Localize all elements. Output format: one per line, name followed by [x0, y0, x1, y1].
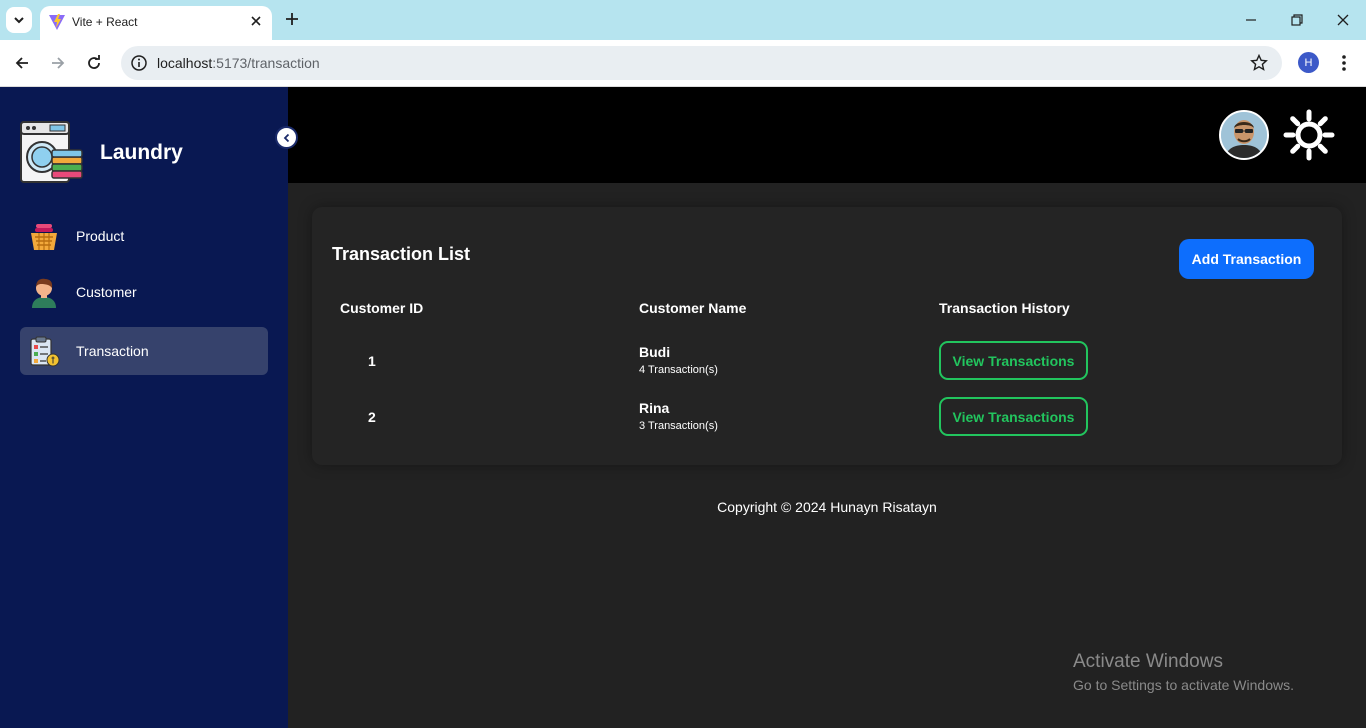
close-icon — [1337, 14, 1349, 26]
minimize-button[interactable] — [1237, 7, 1265, 33]
top-bar — [288, 87, 1366, 183]
reload-button[interactable] — [82, 51, 106, 75]
basket-icon — [31, 224, 57, 250]
sidebar: Laundry Product Customer Transaction — [0, 87, 288, 728]
more-vertical-icon — [1342, 55, 1346, 71]
transaction-list-card: Transaction List Add Transaction Custome… — [312, 207, 1342, 465]
new-tab-button[interactable] — [280, 7, 304, 31]
sidebar-item-label: Transaction — [76, 343, 149, 359]
sun-theme-toggle-icon[interactable] — [1283, 109, 1335, 161]
customer-id-cell: 2 — [368, 409, 376, 425]
profile-avatar[interactable]: H — [1298, 52, 1319, 73]
sidebar-item-customer[interactable]: Customer — [20, 268, 268, 316]
view-transactions-button[interactable]: View Transactions — [939, 341, 1088, 380]
url-text: localhost:5173/transaction — [157, 55, 320, 71]
browser-tab[interactable]: Vite + React — [40, 6, 272, 40]
plus-icon — [286, 13, 298, 25]
activate-windows-title: Activate Windows — [1073, 651, 1223, 672]
tab-title: Vite + React — [72, 15, 138, 29]
user-photo-icon — [1221, 112, 1267, 158]
url-path: :5173/transaction — [212, 55, 320, 71]
user-avatar[interactable] — [1219, 110, 1269, 160]
sidebar-item-label: Product — [76, 228, 125, 244]
restore-icon — [1291, 14, 1303, 26]
view-transactions-button[interactable]: View Transactions — [939, 397, 1088, 436]
tab-search-button[interactable] — [6, 7, 32, 33]
customer-name-cell: Budi — [639, 344, 671, 360]
transaction-count: 4 Transaction(s) — [639, 364, 718, 376]
footer-copyright: Copyright © 2024 Hunayn Risatayn — [717, 499, 937, 515]
brand-name: Laundry — [100, 141, 183, 164]
customer-id-cell: 1 — [368, 353, 376, 369]
close-icon — [251, 16, 261, 26]
transaction-count: 3 Transaction(s) — [639, 420, 718, 432]
clipboard-icon — [30, 336, 60, 367]
sidebar-item-label: Customer — [76, 284, 137, 300]
customer-name-cell: Rina — [639, 400, 670, 416]
url-host: localhost — [157, 55, 213, 71]
browser-menu-button[interactable] — [1334, 52, 1354, 74]
browser-toolbar: localhost:5173/transaction H — [0, 40, 1366, 87]
reload-icon — [88, 55, 100, 69]
back-button[interactable] — [10, 51, 34, 75]
arrow-right-icon — [52, 57, 65, 69]
chevron-left-icon — [283, 133, 289, 142]
sidebar-item-product[interactable]: Product — [20, 212, 268, 260]
browser-tab-bar: Vite + React — [0, 0, 1366, 40]
sidebar-item-transaction[interactable]: Transaction — [20, 327, 268, 375]
main-content: Transaction List Add Transaction Custome… — [288, 183, 1366, 728]
chevron-down-icon — [14, 17, 24, 24]
column-header-customer-name: Customer Name — [639, 300, 747, 316]
close-window-button[interactable] — [1329, 7, 1357, 33]
site-info-icon[interactable] — [130, 54, 148, 72]
page-title: Transaction List — [332, 244, 471, 264]
column-header-customer-id: Customer ID — [340, 300, 424, 316]
bookmark-star-icon[interactable] — [1250, 54, 1268, 72]
forward-button[interactable] — [46, 51, 70, 75]
add-transaction-button[interactable]: Add Transaction — [1179, 239, 1314, 279]
arrow-left-icon — [15, 57, 28, 69]
washing-machine-logo-icon — [20, 121, 83, 183]
vite-logo-icon — [49, 14, 65, 30]
column-header-transaction-history: Transaction History — [939, 300, 1070, 316]
collapse-sidebar-button[interactable] — [275, 126, 298, 149]
activate-windows-subtitle: Go to Settings to activate Windows. — [1073, 677, 1294, 693]
restore-button[interactable] — [1283, 7, 1311, 33]
address-bar[interactable]: localhost:5173/transaction — [121, 46, 1282, 80]
minimize-icon — [1246, 19, 1256, 21]
close-tab-button[interactable] — [248, 13, 264, 29]
customer-icon — [32, 278, 56, 308]
